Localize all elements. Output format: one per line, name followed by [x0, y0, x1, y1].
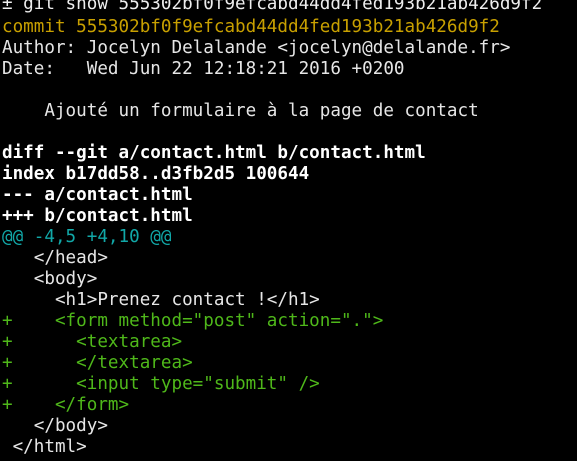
diff-context-line: </html> — [2, 437, 87, 457]
diff-added-marker: + — [2, 332, 13, 352]
diff-context-line: <h1>Prenez contact !</h1> — [2, 290, 320, 310]
diff-context-line: <body> — [2, 269, 98, 289]
diff-git-line: diff --git a/contact.html b/contact.html — [2, 143, 426, 163]
diff-added-marker: + — [2, 311, 13, 331]
diff-index-line: index b17dd58..d3fb2d5 100644 — [2, 164, 310, 184]
diff-added-text: </textarea> — [12, 353, 193, 373]
diff-context-line: </body> — [2, 416, 108, 436]
terminal-window[interactable]: ± git show 555302bf0f9efcabd44dd4fed193b… — [0, 0, 577, 461]
diff-added-text: <textarea> — [12, 332, 183, 352]
commit-hash-line: commit 555302bf0f9efcabd44dd4fed193b21ab… — [2, 17, 500, 37]
diff-added-line: + <textarea> — [2, 332, 182, 353]
date-line: Date: Wed Jun 22 12:18:21 2016 +0200 — [2, 59, 405, 79]
diff-context-line: </head> — [2, 248, 108, 268]
diff-old-file-line: --- a/contact.html — [2, 185, 193, 205]
diff-new-file-line: +++ b/contact.html — [2, 206, 193, 226]
diff-added-line: + <input type="submit" /> — [2, 374, 320, 395]
diff-added-text: <form method="post" action="."> — [12, 311, 384, 331]
diff-added-text: </form> — [12, 395, 130, 415]
command-line: ± git show 555302bf0f9efcabd44dd4fed193b… — [2, 0, 543, 14]
diff-added-line: + </form> — [2, 395, 129, 416]
author-line: Author: Jocelyn Delalande <jocelyn@delal… — [2, 38, 511, 58]
commit-message: Ajouté un formulaire à la page de contac… — [2, 101, 479, 121]
diff-hunk-header: @@ -4,5 +4,10 @@ — [2, 227, 172, 247]
diff-added-marker: + — [2, 353, 13, 373]
diff-added-marker: + — [2, 395, 13, 415]
diff-added-line: + <form method="post" action="."> — [2, 311, 383, 332]
diff-added-text: <input type="submit" /> — [12, 374, 320, 394]
diff-added-line: + </textarea> — [2, 353, 193, 374]
diff-added-marker: + — [2, 374, 13, 394]
